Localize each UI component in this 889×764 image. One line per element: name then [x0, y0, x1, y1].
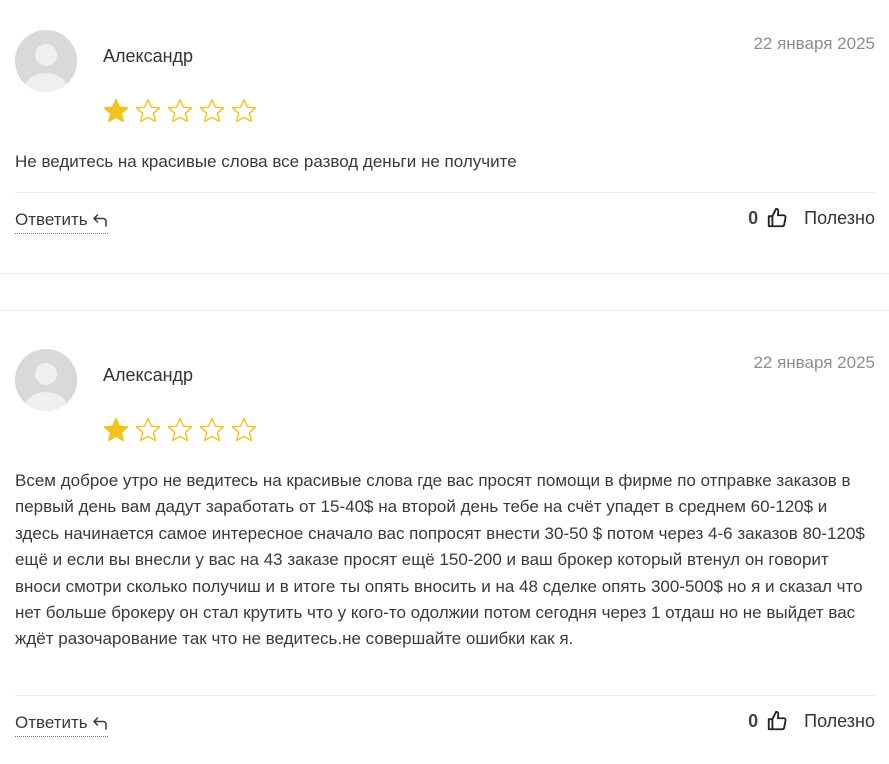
- reply-arrow-icon: [92, 716, 108, 730]
- review-author: Александр: [103, 46, 194, 66]
- star-empty-icon: [134, 416, 162, 444]
- thumbs-up-icon[interactable]: [766, 207, 788, 229]
- star-empty-icon: [198, 97, 226, 125]
- reply-arrow-icon: [92, 213, 108, 227]
- star-filled-icon: [102, 97, 130, 125]
- divider: [15, 192, 875, 193]
- reply-link[interactable]: Ответить: [15, 713, 108, 737]
- helpful-count: 0: [748, 710, 759, 731]
- user-avatar-icon: [15, 349, 77, 411]
- thumbs-up-icon[interactable]: [766, 710, 788, 732]
- star-empty-icon: [230, 97, 258, 125]
- divider: [15, 695, 875, 696]
- star-empty-icon: [230, 416, 258, 444]
- rating-stars: [102, 416, 258, 444]
- reply-label: Ответить: [15, 713, 88, 732]
- review-text: Не ведитесь на красивые слова все развод…: [15, 152, 517, 171]
- star-filled-icon: [102, 416, 130, 444]
- review-text: Всем доброе утро не ведитесь на красивые…: [15, 471, 865, 649]
- reply-label: Ответить: [15, 210, 88, 229]
- review-card: Александр 22 января 2025 Всем доброе утр…: [0, 311, 889, 763]
- review-author: Александр: [103, 365, 194, 385]
- star-empty-icon: [198, 416, 226, 444]
- review-separator: [0, 273, 889, 311]
- star-empty-icon: [166, 416, 194, 444]
- helpful-count: 0: [748, 207, 759, 228]
- review-card: Александр 22 января 2025 Не ведитесь на …: [0, 0, 889, 273]
- star-empty-icon: [134, 97, 162, 125]
- helpful-block: 0 Полезно: [748, 207, 875, 229]
- helpful-block: 0 Полезно: [748, 710, 875, 732]
- rating-stars: [102, 97, 258, 125]
- star-empty-icon: [166, 97, 194, 125]
- reply-link[interactable]: Ответить: [15, 210, 108, 234]
- helpful-button[interactable]: Полезно: [804, 711, 875, 732]
- review-date: 22 января 2025: [753, 34, 875, 53]
- user-avatar-icon: [15, 30, 77, 92]
- review-date: 22 января 2025: [753, 353, 875, 372]
- avatar: [15, 349, 77, 411]
- helpful-button[interactable]: Полезно: [804, 208, 875, 229]
- avatar: [15, 30, 77, 92]
